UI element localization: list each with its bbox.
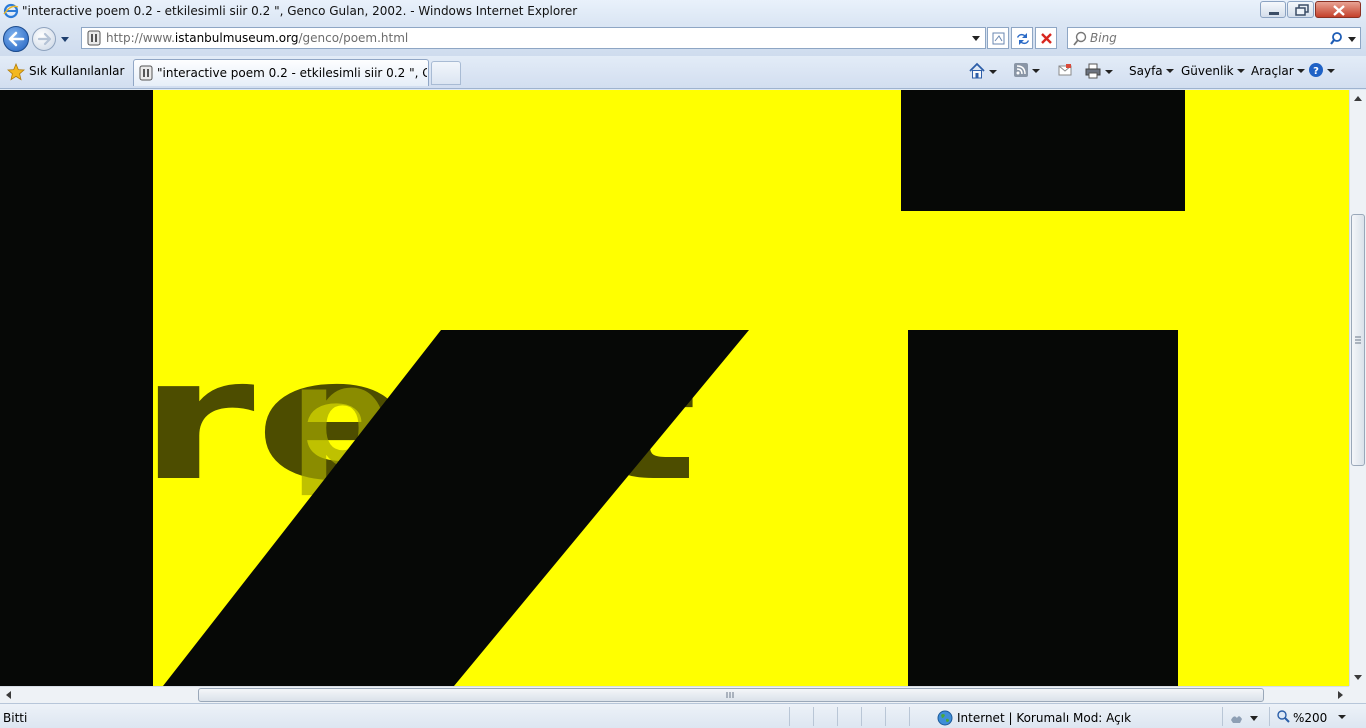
right-black-block <box>908 330 1178 686</box>
tools-menu-button[interactable]: Araçlar <box>1251 62 1305 82</box>
chevron-down-icon <box>989 70 997 74</box>
chevron-down-icon <box>1165 68 1174 73</box>
status-divider <box>1222 707 1223 726</box>
close-window-button[interactable] <box>1315 1 1361 18</box>
stop-button[interactable] <box>1035 27 1057 49</box>
safety-menu-button[interactable]: Güvenlik <box>1181 62 1245 82</box>
vertical-scrollbar[interactable] <box>1349 90 1366 686</box>
svg-text:?: ? <box>1313 66 1319 77</box>
rss-feed-icon <box>1014 63 1028 77</box>
new-tab-button[interactable] <box>431 61 461 85</box>
left-black-bar <box>0 90 153 686</box>
chevron-down-icon <box>1236 68 1245 73</box>
internet-explorer-icon <box>3 3 19 19</box>
title-bar: "interactive poem 0.2 - etkilesimli siir… <box>0 0 1366 24</box>
url-path: /genco/poem.html <box>298 31 409 45</box>
scroll-down-arrow-icon[interactable] <box>1350 669 1366 686</box>
search-input[interactable] <box>1090 30 1310 46</box>
address-dropdown-icon[interactable] <box>970 32 982 44</box>
chevron-down-icon[interactable] <box>1338 715 1346 719</box>
top-right-black-block <box>901 90 1185 211</box>
interactive-poem-canvas[interactable]: rept p <box>0 90 1349 686</box>
status-bar: Bitti Internet | Korumalı Mod: Açık %200 <box>0 703 1366 728</box>
address-bar[interactable]: http://www.istanbulmuseum.org/genco/poem… <box>81 27 986 49</box>
chevron-down-icon <box>1327 69 1335 73</box>
mail-icon <box>1058 64 1072 76</box>
globe-icon <box>937 710 953 726</box>
tab-current[interactable]: "interactive poem 0.2 - etkilesimli siir… <box>133 59 429 86</box>
horizontal-scroll-thumb[interactable] <box>198 688 1264 702</box>
page-icon <box>139 65 153 81</box>
forward-button[interactable] <box>32 27 56 51</box>
read-mail-button[interactable] <box>1057 62 1073 82</box>
chevron-down-icon <box>1032 69 1040 73</box>
forward-arrow-icon <box>37 32 52 46</box>
zoom-level-text: %200 <box>1293 711 1328 725</box>
refresh-icon <box>1017 33 1029 45</box>
scroll-left-arrow-icon[interactable] <box>0 687 17 703</box>
safety-menu-label: Güvenlik <box>1181 64 1234 78</box>
restore-button[interactable] <box>1287 1 1314 18</box>
command-bar: Sık Kullanılanlar "interactive poem 0.2 … <box>0 56 1366 89</box>
feeds-button[interactable] <box>1013 62 1040 82</box>
status-divider <box>1269 707 1270 726</box>
back-button[interactable] <box>3 26 29 52</box>
status-text: Bitti <box>3 711 28 725</box>
grip-icon <box>726 692 734 698</box>
horizontal-scrollbar[interactable] <box>0 686 1349 703</box>
compatibility-view-icon <box>992 32 1005 45</box>
page-content[interactable]: rept p <box>0 90 1349 686</box>
recent-pages-dropdown-icon[interactable] <box>58 32 72 46</box>
printer-icon <box>1085 63 1101 79</box>
url-prefix: http://www. <box>106 31 175 45</box>
status-divider <box>813 707 814 726</box>
page-menu-button[interactable]: Sayfa <box>1129 62 1174 82</box>
scroll-right-arrow-icon[interactable] <box>1332 687 1349 703</box>
minimize-icon <box>1269 12 1279 15</box>
print-button[interactable] <box>1084 62 1113 82</box>
minimize-button[interactable] <box>1260 1 1286 18</box>
navigation-bar: http://www.istanbulmuseum.org/genco/poem… <box>0 24 1366 56</box>
search-box[interactable] <box>1067 27 1361 49</box>
zoom-magnifier-icon <box>1277 710 1290 723</box>
restore-icon <box>1295 4 1309 16</box>
url-text[interactable]: http://www.istanbulmuseum.org/genco/poem… <box>106 31 408 45</box>
compatibility-view-button[interactable] <box>987 27 1009 49</box>
search-provider-icon <box>1073 31 1087 46</box>
scrollbar-corner <box>1349 686 1366 703</box>
tab-label: "interactive poem 0.2 - etkilesimli siir… <box>157 66 427 80</box>
status-divider <box>861 707 862 726</box>
status-divider <box>837 707 838 726</box>
search-icon[interactable] <box>1330 31 1358 47</box>
vertical-scroll-thumb[interactable] <box>1351 214 1365 466</box>
chevron-down-icon <box>1296 68 1305 73</box>
security-zone-text[interactable]: Internet | Korumalı Mod: Açık <box>957 711 1131 725</box>
protected-mode-icon[interactable] <box>1228 710 1264 726</box>
page-icon <box>87 30 101 46</box>
url-domain: istanbulmuseum.org <box>174 31 299 45</box>
status-divider <box>885 707 886 726</box>
status-divider <box>789 707 790 726</box>
scroll-up-arrow-icon[interactable] <box>1350 90 1366 107</box>
zoom-level-button[interactable]: %200 <box>1275 709 1346 728</box>
stop-icon <box>1041 33 1052 44</box>
grip-icon <box>1355 336 1361 344</box>
help-icon: ? <box>1309 63 1323 77</box>
tools-menu-label: Araçlar <box>1251 64 1294 78</box>
home-icon <box>969 62 985 79</box>
chevron-down-icon <box>1105 70 1113 74</box>
page-menu-label: Sayfa <box>1129 64 1163 78</box>
refresh-button[interactable] <box>1011 27 1033 49</box>
home-button[interactable] <box>968 62 997 82</box>
status-divider <box>909 707 910 726</box>
window-title: "interactive poem 0.2 - etkilesimli siir… <box>22 4 578 18</box>
close-icon <box>1333 5 1345 16</box>
help-button[interactable]: ? <box>1308 62 1335 82</box>
star-icon <box>7 63 25 81</box>
back-arrow-icon <box>8 31 25 47</box>
favorites-label: Sık Kullanılanlar <box>29 64 125 78</box>
